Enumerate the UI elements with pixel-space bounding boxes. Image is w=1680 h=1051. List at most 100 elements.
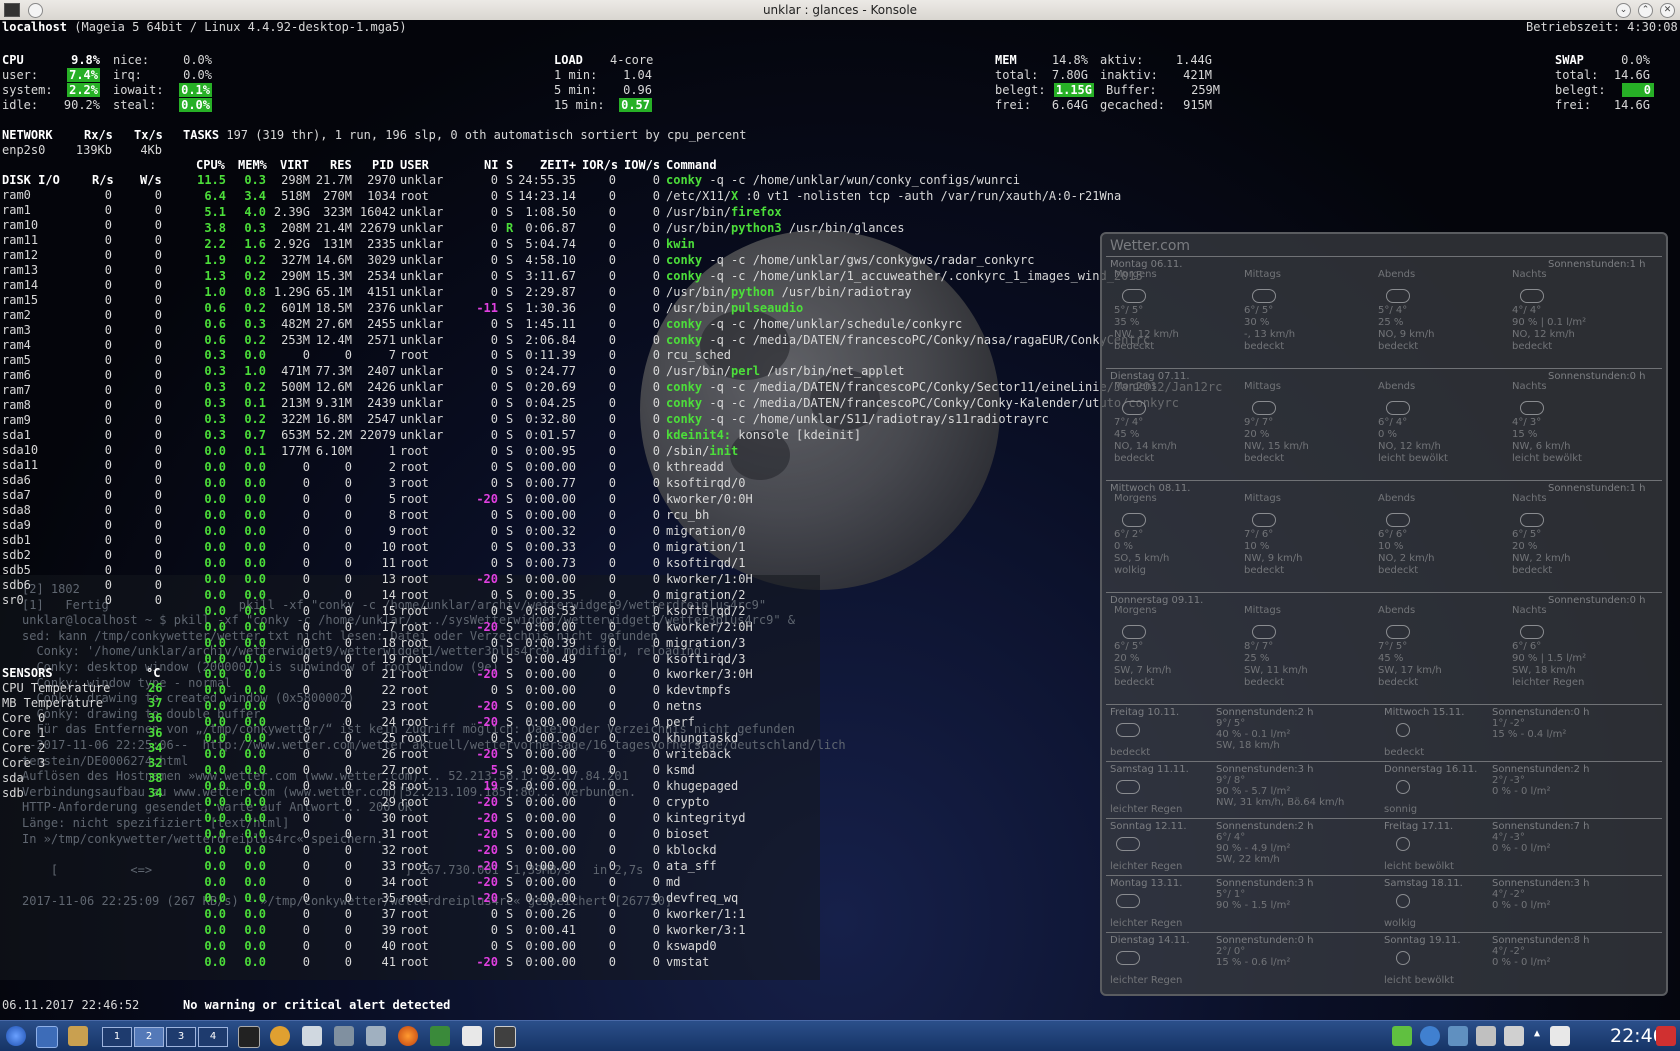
proc-time: 0:20.69 — [525, 380, 576, 395]
weather-part-label: Morgens — [1114, 381, 1157, 392]
weather-part-precip: 90 % | 1.5 l/m² — [1512, 653, 1587, 664]
proc-res: 12.6M — [315, 380, 352, 395]
load-1min-value: 1.04 — [623, 68, 652, 82]
proc-cpu: 0.0 — [204, 507, 226, 522]
weather-short-precip-b: 15 % - 0.4 l/m² — [1492, 729, 1567, 740]
firefox-icon[interactable] — [398, 1026, 418, 1046]
close-icon[interactable]: ✕ — [1660, 3, 1675, 18]
disk-read: 0 — [104, 248, 112, 262]
proc-time: 0:00.00 — [525, 699, 576, 714]
proc-cpu: 0.0 — [204, 795, 226, 810]
task-konsole-icon[interactable] — [494, 1026, 516, 1048]
col-virt[interactable]: VIRT — [280, 158, 309, 173]
proc-state: S — [506, 316, 514, 331]
weather-rain-icon — [1114, 892, 1140, 910]
tray-clipboard-icon[interactable] — [1476, 1026, 1496, 1046]
weather-cloud-icon — [1518, 285, 1544, 303]
archive-icon[interactable] — [302, 1026, 322, 1046]
proc-user: root — [400, 699, 429, 714]
proc-iow: 0 — [652, 555, 660, 570]
proc-state: S — [506, 300, 514, 315]
proc-user: unklar — [400, 396, 444, 411]
mascot-app-icon[interactable] — [270, 1026, 290, 1046]
proc-cpu: 0.0 — [204, 731, 226, 746]
logout-icon[interactable] — [1656, 1026, 1676, 1046]
cpu-irq-label: irq: — [113, 68, 142, 82]
proc-nice: -20 — [476, 571, 498, 586]
col-ior[interactable]: IOR/s — [582, 158, 618, 173]
pager-desktop-2[interactable]: 2 — [134, 1027, 164, 1047]
proc-mem: 0.0 — [244, 874, 266, 889]
proc-command-name: conky — [666, 316, 703, 331]
proc-user: root — [400, 587, 429, 602]
disk-write: 0 — [154, 353, 162, 367]
window-titlebar[interactable]: unklar : glances - Konsole ⌄ ⌃ ✕ — [0, 0, 1680, 21]
weather-part-desc: bedeckt — [1378, 565, 1419, 576]
settings-icon[interactable] — [366, 1026, 386, 1046]
pager-desktop-4[interactable]: 4 — [198, 1027, 228, 1047]
proc-command-name: conky — [666, 252, 703, 267]
weather-part-desc: bedeckt — [1244, 453, 1285, 464]
proc-command: ksoftirqd/0 — [666, 476, 745, 491]
proc-time: 0:01.57 — [525, 428, 576, 443]
proc-virt: 0 — [302, 763, 310, 778]
tray-volume-icon[interactable] — [1504, 1026, 1524, 1046]
proc-command-path: /etc/X11/ — [666, 188, 732, 203]
proc-command: md — [666, 875, 680, 890]
minimize-icon[interactable]: ⌄ — [1616, 3, 1631, 18]
proc-command-name: conky — [666, 268, 703, 283]
col-time[interactable]: ZEIT+ — [540, 158, 576, 173]
proc-nice: 0 — [490, 731, 498, 746]
col-user[interactable]: USER — [400, 158, 429, 173]
col-iow[interactable]: IOW/s — [624, 158, 660, 173]
col-ni[interactable]: NI — [484, 158, 498, 173]
proc-iow: 0 — [652, 826, 660, 841]
terminal-icon[interactable] — [238, 1026, 260, 1048]
tray-expand-icon[interactable]: ▲ — [1534, 1028, 1540, 1039]
proc-res: 0 — [344, 539, 352, 554]
maximize-icon[interactable]: ⌃ — [1638, 3, 1653, 18]
app-launcher-icon[interactable] — [6, 1026, 26, 1046]
col-mem[interactable]: MEM% — [238, 158, 267, 173]
task-icon-2[interactable] — [462, 1026, 482, 1046]
show-desktop-icon[interactable] — [36, 1026, 58, 1048]
weather-part-desc: bedeckt — [1378, 341, 1419, 352]
pager-desktop-3[interactable]: 3 — [166, 1027, 196, 1047]
proc-cpu: 0.0 — [204, 874, 226, 889]
proc-nice: 0 — [490, 252, 498, 267]
tray-monitor-icon[interactable] — [1448, 1026, 1468, 1046]
pager-desktop-1[interactable]: 1 — [102, 1027, 132, 1047]
col-pid[interactable]: PID — [372, 158, 394, 173]
proc-nice: 0 — [490, 428, 498, 443]
proc-nice: -20 — [476, 890, 498, 905]
proc-pid: 2439 — [367, 396, 396, 411]
weather-part-precip: 35 % — [1114, 317, 1140, 328]
proc-ior: 0 — [608, 268, 616, 283]
proc-nice: -20 — [476, 826, 498, 841]
proc-nice: -20 — [476, 492, 498, 506]
weather-part-temp: 6°/ 5° — [1114, 641, 1144, 652]
mem-belegt-value: 1.15G — [1053, 83, 1094, 97]
col-cpu[interactable]: CPU% — [196, 158, 225, 173]
proc-mem: 0.0 — [244, 715, 266, 730]
col-s[interactable]: S — [506, 158, 513, 173]
load-5min-value: 0.96 — [623, 83, 652, 97]
tray-wifi-icon[interactable] — [1420, 1026, 1440, 1046]
col-command[interactable]: Command — [666, 158, 717, 173]
col-res[interactable]: RES — [330, 158, 352, 173]
weather-part-desc: bedeckt — [1244, 677, 1285, 688]
tray-network-icon[interactable] — [1392, 1026, 1412, 1046]
tray-notes-icon[interactable] — [1550, 1026, 1570, 1046]
tools-icon[interactable] — [334, 1026, 354, 1046]
file-manager-icon[interactable] — [68, 1026, 88, 1046]
proc-iow: 0 — [652, 444, 660, 459]
proc-virt: 0 — [302, 826, 310, 841]
disk-write: 0 — [154, 218, 162, 232]
proc-command-name: init — [709, 444, 739, 459]
proc-mem: 0.0 — [244, 587, 266, 602]
proc-ior: 0 — [608, 539, 616, 554]
disk-read: 0 — [104, 488, 112, 502]
task-icon-1[interactable] — [430, 1026, 450, 1046]
proc-ior: 0 — [608, 842, 616, 857]
disk-name: ram13 — [2, 263, 39, 277]
